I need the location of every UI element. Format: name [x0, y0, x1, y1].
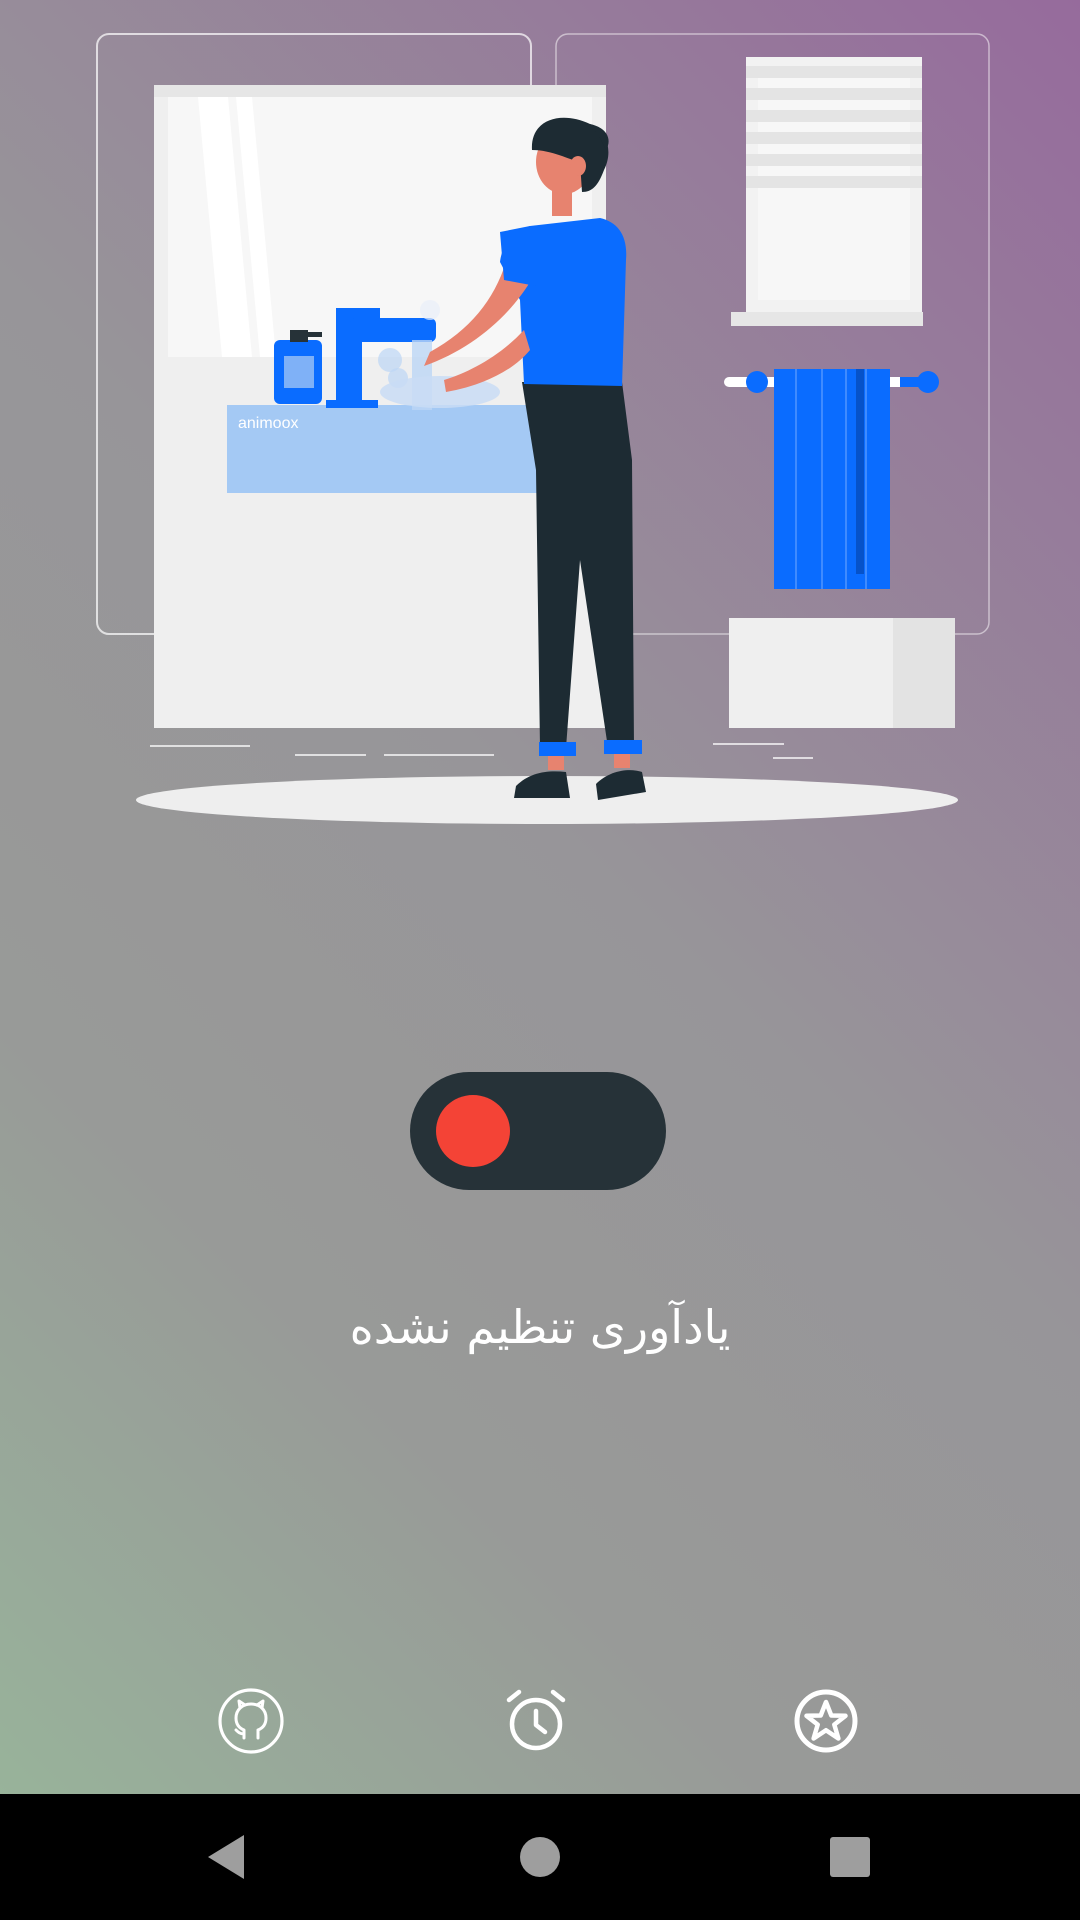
toggle-knob	[436, 1095, 510, 1167]
alarm-clock-icon[interactable]	[501, 1686, 571, 1756]
github-icon[interactable]	[216, 1686, 286, 1756]
star-badge-icon[interactable]	[791, 1686, 861, 1756]
recents-icon[interactable]	[818, 1825, 882, 1889]
reminder-toggle[interactable]	[410, 1072, 666, 1190]
back-icon[interactable]	[194, 1825, 258, 1889]
hand-washing-illustration: animoox	[0, 0, 1080, 840]
watermark-text: animoox	[238, 415, 298, 432]
system-nav-bar	[0, 1794, 1080, 1920]
home-icon[interactable]	[508, 1825, 572, 1889]
reminder-status-text: یادآوری تنظیم نشده	[349, 1300, 731, 1354]
